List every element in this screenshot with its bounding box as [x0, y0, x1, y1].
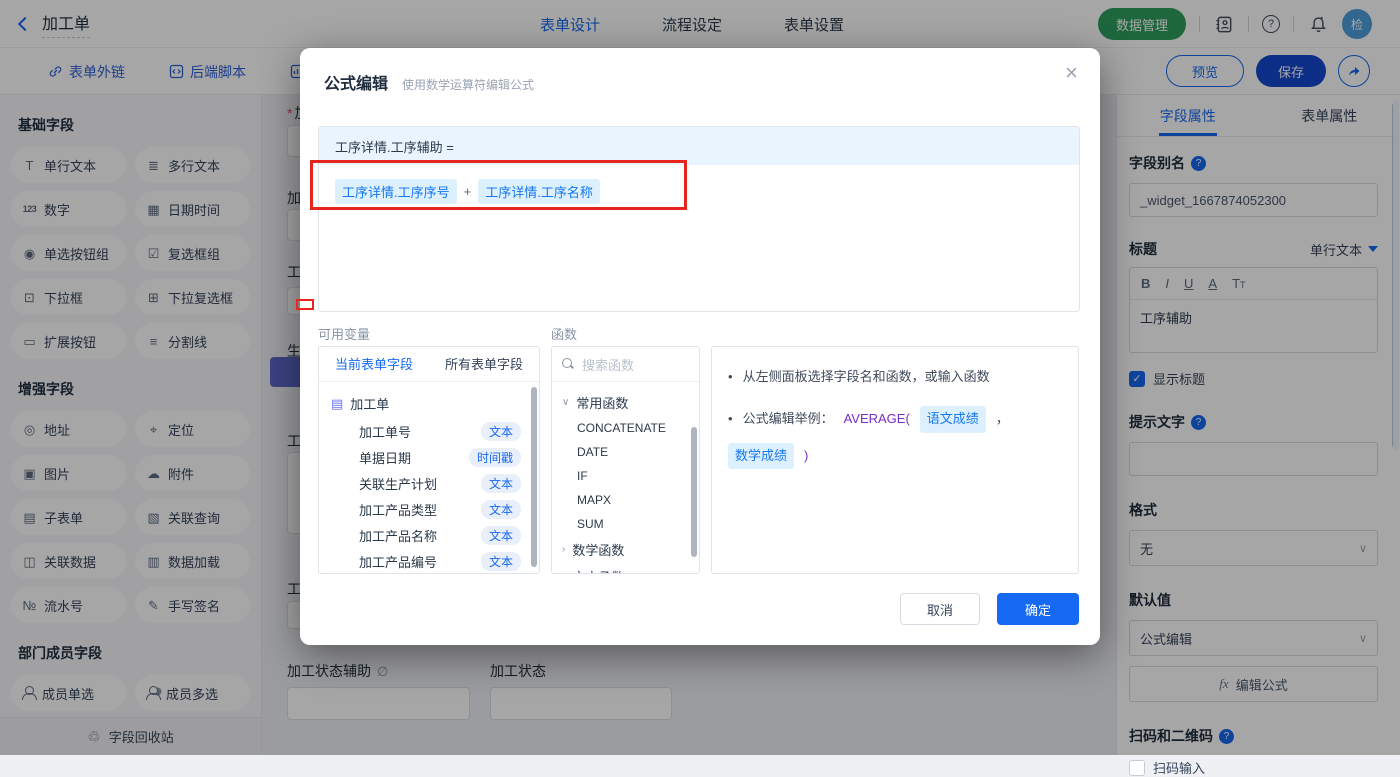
function-item[interactable]: DATE	[552, 440, 699, 464]
checkbox-unchecked-icon[interactable]	[1129, 760, 1145, 776]
function-group-common[interactable]: ∨常用函数	[552, 389, 699, 416]
variable-row[interactable]: 加工单号文本	[319, 418, 539, 444]
scan-input-checkbox-row[interactable]: 扫码输入	[1129, 758, 1378, 777]
function-item[interactable]: SUM	[552, 512, 699, 536]
help-tips-panel: • 从左侧面板选择字段名和函数，或输入函数 • 公式编辑举例： AVERAGE(…	[711, 346, 1079, 574]
variables-scrollbar[interactable]	[531, 387, 537, 567]
type-badge: 文本	[481, 422, 521, 441]
tab-all-form-fields[interactable]: 所有表单字段	[429, 347, 539, 381]
tab-current-form-fields[interactable]: 当前表单字段	[319, 347, 429, 381]
function-item[interactable]: IF	[552, 464, 699, 488]
formula-edit-dialog: 公式编辑 使用数学运算符编辑公式 × 工序详情.工序辅助 = 工序详情.工序序号…	[300, 48, 1100, 645]
chevron-closed-icon: ›	[562, 571, 565, 574]
functions-label: 函数	[551, 324, 577, 343]
type-badge: 文本	[481, 474, 521, 493]
search-icon	[562, 358, 574, 370]
variable-row[interactable]: 加工产品编号文本	[319, 548, 539, 574]
example-field-chip: 数学成绩	[728, 443, 794, 470]
annotation-red-fragment	[296, 299, 314, 310]
bullet-icon: •	[728, 367, 733, 388]
tip-text: 从左侧面板选择字段名和函数，或输入函数	[743, 367, 990, 388]
example-field-chip: 语文成绩	[920, 406, 986, 433]
type-badge: 文本	[481, 526, 521, 545]
tip-example-close: )	[804, 446, 808, 467]
confirm-button[interactable]: 确定	[997, 593, 1079, 625]
type-badge: 时间戳	[469, 448, 521, 467]
tree-root-form[interactable]: ▤加工单	[319, 389, 539, 418]
variable-row[interactable]: 加工产品名称文本	[319, 522, 539, 548]
function-item[interactable]: MAPX	[552, 488, 699, 512]
function-item[interactable]: CONCATENATE	[552, 416, 699, 440]
available-variables-label: 可用变量	[318, 324, 370, 343]
chevron-closed-icon: ›	[562, 544, 565, 555]
type-badge: 文本	[481, 552, 521, 571]
dialog-subtitle: 使用数学运算符编辑公式	[402, 76, 534, 93]
variable-row[interactable]: 单据日期时间戳	[319, 444, 539, 470]
close-icon[interactable]: ×	[1065, 62, 1078, 84]
variables-panel: 当前表单字段 所有表单字段 ▤加工单 加工单号文本 单据日期时间戳 关联生产计划…	[318, 346, 540, 574]
dialog-title: 公式编辑	[324, 70, 388, 94]
type-badge: 文本	[481, 500, 521, 519]
variable-row[interactable]: 加工产品类型文本	[319, 496, 539, 522]
functions-scrollbar[interactable]	[691, 427, 697, 557]
formula-editor[interactable]: 工序详情.工序辅助 = 工序详情.工序序号 + 工序详情.工序名称	[318, 126, 1080, 312]
tip-example-prefix: 公式编辑举例：	[743, 409, 834, 430]
annotation-red-box	[310, 160, 687, 210]
functions-panel: 搜索函数 ∨常用函数 CONCATENATE DATE IF MAPX SUM …	[551, 346, 700, 574]
search-placeholder: 搜索函数	[582, 355, 634, 374]
function-group-math[interactable]: ›数学函数	[552, 536, 699, 563]
page-scrollbar[interactable]	[1393, 100, 1399, 450]
variable-row[interactable]: 关联生产计划文本	[319, 470, 539, 496]
tip-example-function: AVERAGE(	[844, 409, 910, 430]
bullet-icon: •	[728, 409, 733, 430]
document-icon: ▤	[331, 397, 343, 410]
function-group-text[interactable]: ›文本函数	[552, 563, 699, 574]
function-search-input[interactable]: 搜索函数	[552, 347, 699, 382]
cancel-button[interactable]: 取消	[900, 593, 980, 625]
tip-example-comma: ，	[996, 409, 1009, 430]
chevron-open-icon: ∨	[562, 397, 569, 408]
